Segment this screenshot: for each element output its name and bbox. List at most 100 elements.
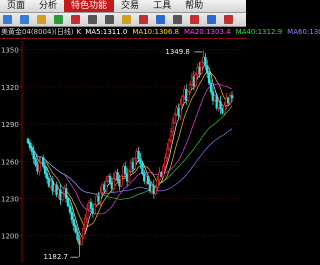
- candle-body: [230, 95, 234, 99]
- candle-body: [101, 184, 104, 193]
- candle-body: [169, 131, 173, 141]
- candle-body: [110, 182, 114, 189]
- y-tick-label: 1320: [1, 84, 19, 92]
- chart-icon[interactable]: [71, 15, 80, 24]
- candle-body: [164, 157, 167, 167]
- candle-body: [219, 101, 222, 110]
- back-icon[interactable]: [3, 15, 12, 24]
- y-tick-label: 1200: [1, 233, 19, 241]
- candle-body: [196, 66, 199, 75]
- candle-body: [211, 91, 215, 101]
- bars-icon[interactable]: [190, 15, 199, 24]
- candle-body: [186, 91, 190, 101]
- candle-body: [215, 95, 218, 109]
- candle-body: [120, 175, 123, 187]
- menu-item-3[interactable]: 交易: [114, 0, 146, 12]
- candle-body: [80, 236, 83, 245]
- filter-icon[interactable]: [156, 15, 165, 24]
- candle-body: [198, 66, 201, 74]
- ma-label-1: MA10:1306.8: [132, 28, 179, 36]
- instrument-title: 美黄金04(8004)(日线): [1, 28, 74, 36]
- candle-body: [143, 173, 146, 182]
- candlestick-chart[interactable]: 1350 1320 1290 1260 1230 1200 1349.8 1182.7: [0, 39, 246, 265]
- candle-body: [167, 139, 171, 150]
- candle-body: [34, 158, 37, 166]
- candle-body: [78, 239, 81, 245]
- close-icon[interactable]: [224, 15, 233, 24]
- candle-body: [188, 84, 192, 93]
- candle-body: [57, 189, 60, 196]
- candle-body: [200, 61, 203, 74]
- candle-body: [129, 162, 133, 172]
- candle-body: [183, 89, 186, 98]
- candle-body: [76, 231, 79, 240]
- candle-body: [95, 195, 98, 206]
- candle-body: [114, 172, 117, 179]
- cup-icon[interactable]: [139, 15, 148, 24]
- candle-body: [61, 193, 64, 201]
- candle-body: [89, 201, 93, 209]
- candle-body: [30, 147, 34, 152]
- candle-body: [70, 211, 74, 220]
- candle-body: [133, 158, 136, 170]
- menu-bar: 页面 分析 特色功能 交易 工具 帮助: [0, 0, 246, 13]
- candle-body: [103, 184, 106, 191]
- candle-body: [125, 173, 129, 182]
- candle-body: [127, 170, 131, 182]
- candle-body: [122, 165, 125, 177]
- menu-item-2[interactable]: 特色功能: [64, 0, 115, 12]
- candle-body: [185, 89, 188, 101]
- candle-body: [116, 172, 119, 181]
- candle-body: [206, 65, 209, 74]
- toolbar: [0, 13, 246, 27]
- candle-body: [49, 180, 53, 187]
- menu-item-1[interactable]: 分析: [32, 0, 64, 12]
- candle-body: [145, 175, 148, 182]
- candle-body: [146, 175, 150, 184]
- candle-body: [162, 165, 165, 177]
- candle-body: [47, 178, 51, 187]
- candle-body: [51, 180, 54, 192]
- candle-body: [64, 188, 68, 199]
- candle-body: [131, 162, 135, 170]
- candle-body: [173, 113, 177, 124]
- candle-body: [53, 184, 56, 192]
- candle-body: [223, 105, 226, 114]
- candle-body: [204, 56, 207, 67]
- ma-line-5: [27, 64, 233, 237]
- candle-body: [66, 198, 70, 207]
- grid-icon[interactable]: [88, 15, 97, 24]
- indicator-key: K: [76, 28, 82, 36]
- candle-body: [93, 204, 96, 214]
- ma-label-3: MA40:1312.9: [235, 28, 283, 36]
- candle-body: [59, 189, 62, 201]
- candle-body: [135, 151, 138, 160]
- list-icon[interactable]: [105, 15, 114, 24]
- candle-body: [99, 192, 102, 202]
- refresh-icon[interactable]: [54, 15, 63, 24]
- candle-body: [97, 195, 100, 202]
- candle-body: [118, 179, 121, 187]
- forward-icon[interactable]: [20, 15, 29, 24]
- candle-body: [74, 225, 77, 233]
- ma-label-0: MA5:1311.0: [85, 28, 128, 36]
- star-icon[interactable]: [122, 15, 131, 24]
- menu-item-0[interactable]: 页面: [0, 0, 32, 12]
- candle-body: [225, 97, 228, 106]
- candle-body: [63, 188, 66, 194]
- chart-title-bar: 美黄金04(8004)(日线) K MA5:1311.0 MA10:1306.8 MA2…: [0, 27, 320, 39]
- candle-body: [217, 101, 220, 109]
- candle-body: [152, 185, 156, 194]
- home-icon[interactable]: [37, 15, 46, 24]
- table-icon[interactable]: [173, 15, 182, 24]
- window-icon[interactable]: [207, 15, 216, 24]
- low-annotation: 1182.7: [43, 253, 68, 261]
- candle-body: [194, 74, 197, 86]
- ma-legend: MA5:1311.0 MA10:1306.8 MA20:1303.4 MA40:131…: [85, 28, 320, 36]
- menu-item-5[interactable]: 帮助: [178, 0, 210, 12]
- menu-item-4[interactable]: 工具: [146, 0, 178, 12]
- candle-body: [108, 175, 112, 183]
- candle-body: [28, 142, 32, 148]
- candle-body: [106, 175, 110, 182]
- y-tick-label: 1290: [1, 121, 19, 129]
